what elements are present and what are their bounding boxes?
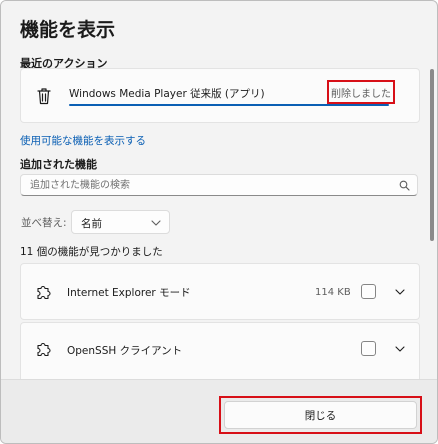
view-features-dialog: 機能を表示 最近のアクション Windows Media Player 従来版 … bbox=[0, 0, 438, 444]
close-button-highlight: 閉じる bbox=[219, 396, 422, 434]
sort-value: 名前 bbox=[81, 218, 102, 230]
dialog-title: 機能を表示 bbox=[20, 19, 116, 41]
close-button-label: 閉じる bbox=[304, 409, 337, 422]
feature-name: Internet Explorer モード bbox=[67, 287, 191, 299]
feature-size: 114 KB bbox=[315, 287, 351, 298]
search-box[interactable] bbox=[20, 174, 418, 196]
feature-item[interactable]: Internet Explorer モード 114 KB bbox=[20, 263, 420, 320]
chevron-down-icon bbox=[151, 220, 161, 226]
recent-action-status: 削除しました bbox=[331, 88, 391, 100]
feature-checkbox[interactable] bbox=[361, 284, 376, 299]
search-input[interactable] bbox=[30, 177, 390, 193]
feature-count: 11 個の機能が見つかりました bbox=[20, 246, 163, 258]
recent-action-progress-bar bbox=[69, 104, 389, 106]
recent-action-name: Windows Media Player 従来版 (アプリ) bbox=[69, 88, 265, 100]
sort-label: 並べ替え: bbox=[21, 217, 67, 229]
chevron-down-icon[interactable] bbox=[395, 346, 405, 352]
dialog-footer: 閉じる bbox=[1, 379, 437, 443]
close-button[interactable]: 閉じる bbox=[224, 401, 417, 429]
search-icon[interactable] bbox=[399, 180, 410, 191]
sort-dropdown[interactable]: 名前 bbox=[71, 210, 170, 234]
dialog-content: 機能を表示 最近のアクション Windows Media Player 従来版 … bbox=[1, 1, 427, 379]
chevron-down-icon[interactable] bbox=[395, 289, 405, 295]
trash-icon bbox=[37, 88, 51, 105]
feature-item[interactable]: OpenSSH クライアント bbox=[20, 322, 420, 379]
scrollbar[interactable] bbox=[430, 69, 434, 241]
view-available-features-link[interactable]: 使用可能な機能を表示する bbox=[20, 133, 146, 148]
feature-name: OpenSSH クライアント bbox=[67, 345, 183, 357]
recent-action-status-highlight: 削除しました bbox=[327, 80, 395, 104]
puzzle-icon bbox=[37, 342, 51, 357]
added-features-label: 追加された機能 bbox=[20, 158, 97, 171]
recent-action-card: Windows Media Player 従来版 (アプリ) 削除しました bbox=[20, 68, 420, 123]
puzzle-icon bbox=[37, 285, 51, 300]
feature-checkbox[interactable] bbox=[361, 341, 376, 356]
